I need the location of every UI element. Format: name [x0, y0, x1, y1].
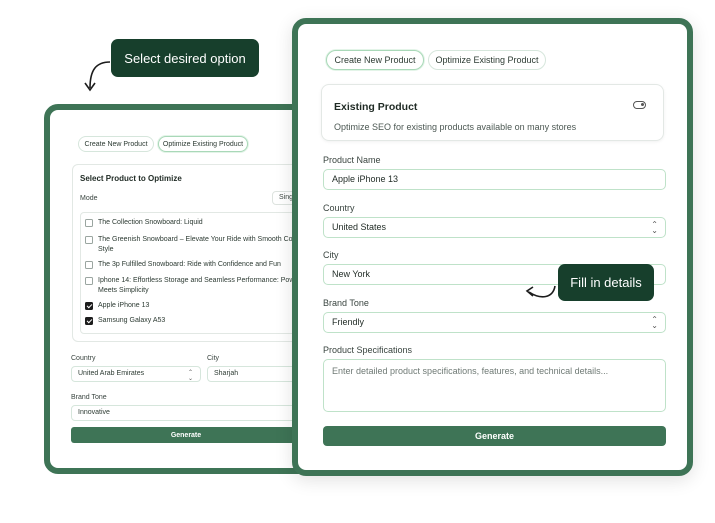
- generate-button[interactable]: Generate: [71, 427, 301, 443]
- checkbox-checked[interactable]: [85, 317, 93, 325]
- product-item[interactable]: Iphone 14: Effortless Storage and Seamle…: [85, 276, 298, 296]
- brand-tone-label: Brand Tone: [323, 298, 369, 308]
- checkbox[interactable]: [85, 261, 93, 269]
- tab-create-new-product[interactable]: Create New Product: [78, 136, 154, 152]
- product-label: The 3p Fulfilled Snowboard: Ride with Co…: [98, 261, 281, 268]
- chevron-updown-icon: ⌃ ⌄: [651, 315, 658, 330]
- callout-select-option: Select desired option: [111, 39, 259, 77]
- tab-optimize-existing-product[interactable]: Optimize Existing Product: [158, 136, 248, 152]
- product-item[interactable]: The Collection Snowboard: Liquid: [85, 218, 203, 228]
- existing-product-card[interactable]: Existing Product Optimize SEO for existi…: [321, 84, 664, 141]
- brand-tone-label: Brand Tone: [71, 394, 107, 401]
- country-label: Country: [71, 355, 96, 362]
- product-item[interactable]: Samsung Galaxy A53: [85, 316, 165, 326]
- brand-tone-value: Friendly: [332, 317, 365, 327]
- product-item[interactable]: The Greenish Snowboard – Elevate Your Ri…: [85, 235, 296, 255]
- checkbox[interactable]: [85, 219, 93, 227]
- product-label: Iphone 14: Effortless Storage and Seamle…: [98, 277, 299, 294]
- section-title: Select Product to Optimize: [80, 174, 182, 183]
- callout-fill-details: Fill in details: [558, 264, 654, 301]
- product-item[interactable]: Apple iPhone 13: [85, 301, 149, 311]
- product-name-input[interactable]: Apple iPhone 13: [323, 169, 666, 190]
- product-item[interactable]: The 3p Fulfilled Snowboard: Ride with Co…: [85, 260, 281, 270]
- generate-button[interactable]: Generate: [323, 426, 666, 446]
- stage: Select desired option Create New Product…: [0, 0, 715, 523]
- front-panel: Create New Product Optimize Existing Pro…: [292, 18, 693, 476]
- product-label: Apple iPhone 13: [98, 302, 150, 309]
- product-label: The Greenish Snowboard – Elevate Your Ri…: [98, 236, 297, 253]
- toggle-icon[interactable]: [633, 101, 646, 109]
- country-select[interactable]: United Arab Emirates ⌃ ⌄: [71, 366, 201, 382]
- card-title: Existing Product: [334, 101, 418, 113]
- product-specifications-label: Product Specifications: [323, 345, 413, 355]
- product-label: The Collection Snowboard: Liquid: [98, 219, 203, 226]
- card-description: Optimize SEO for existing products avail…: [334, 122, 577, 132]
- brand-tone-select[interactable]: Friendly ⌃ ⌄: [323, 312, 666, 333]
- curved-arrow-icon: [84, 61, 111, 92]
- brand-tone-input[interactable]: Innovative: [71, 405, 307, 421]
- checkbox[interactable]: [85, 236, 93, 244]
- curved-arrow-icon: [525, 285, 556, 298]
- country-value: United States: [332, 222, 387, 232]
- city-label: City: [207, 355, 220, 362]
- checkbox[interactable]: [85, 277, 93, 285]
- country-select[interactable]: United States ⌃ ⌄: [323, 217, 666, 238]
- country-value: United Arab Emirates: [78, 370, 145, 377]
- product-specifications-textarea[interactable]: Enter detailed product specifications, f…: [323, 359, 666, 412]
- chevron-updown-icon: ⌃ ⌄: [187, 370, 193, 382]
- tab-optimize-existing-product[interactable]: Optimize Existing Product: [428, 50, 546, 70]
- product-name-label: Product Name: [323, 155, 381, 165]
- product-label: Samsung Galaxy A53: [98, 317, 166, 324]
- city-label: City: [323, 250, 339, 260]
- chevron-updown-icon: ⌃ ⌄: [651, 220, 658, 235]
- tab-create-new-product[interactable]: Create New Product: [326, 50, 424, 70]
- checkbox-checked[interactable]: [85, 302, 93, 310]
- country-label: Country: [323, 203, 355, 213]
- mode-label: Mode: [80, 195, 98, 202]
